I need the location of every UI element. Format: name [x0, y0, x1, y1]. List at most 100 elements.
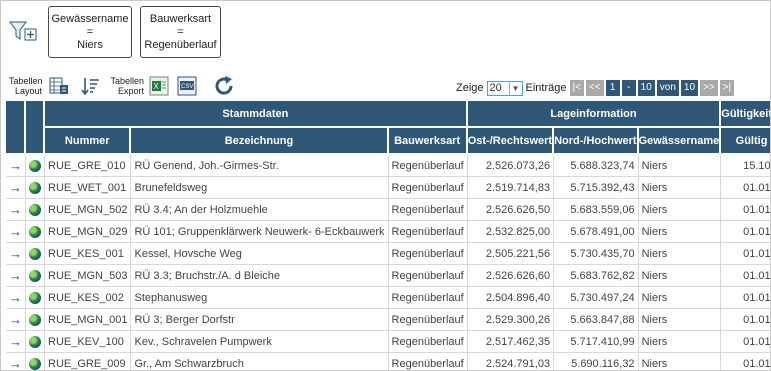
excel-export-icon[interactable]: X [149, 76, 169, 96]
column-header-bauwerksart[interactable]: Bauwerksart [388, 128, 468, 155]
cell-bezeichnung: Brunefeldsweg [131, 177, 389, 199]
filter-chip-gewaessername[interactable]: Gewässername = Niers [48, 6, 132, 58]
filter-chip-label: Gewässername [51, 13, 129, 25]
cell-nummer: RUE_GRE_010 [45, 155, 132, 177]
table-layout-label: Tabellen Layout [9, 76, 43, 96]
cell-nummer: RUE_MGN_029 [45, 221, 132, 243]
column-header-gewaessername[interactable]: Gewässername [638, 128, 722, 155]
filter-chip-operator: = [86, 26, 94, 38]
cell-bauwerksart: Regenüberlauf [388, 309, 468, 331]
globe-icon[interactable] [26, 309, 45, 331]
table-row[interactable]: → RUE_KES_001 Kessel, Hovsche Weg Regenüber… [6, 243, 770, 265]
table-row[interactable]: → RUE_KES_002 Stephanusweg Regenüberlauf 2.5… [6, 287, 770, 309]
row-arrow-icon[interactable]: → [6, 243, 26, 265]
globe-icon[interactable] [26, 221, 45, 243]
cell-bauwerksart: Regenüberlauf [388, 177, 468, 199]
cell-gueltig: 01.01.2 [721, 309, 770, 331]
page-range-dash: - [621, 80, 636, 96]
cell-ost: 2.519.714,83 [467, 177, 555, 199]
filter-chip-bauwerksart[interactable]: Bauwerksart = Regenüberlauf [140, 6, 221, 58]
table-row[interactable]: → RUE_WET_001 Brunefeldsweg Regenüberlauf 2.… [6, 177, 770, 199]
filter-chip-value: Niers [77, 39, 103, 51]
table-row[interactable]: → RUE_MGN_502 RÜ 3.4; An der Holzmuehle Reg… [6, 199, 770, 221]
cell-nord: 5.730.435,70 [554, 243, 639, 265]
cell-ost: 2.529.300,26 [467, 309, 555, 331]
table-row[interactable]: → RUE_MGN_029 RÜ 101; Gruppenklärwerk Neuw… [6, 221, 770, 243]
cell-nummer: RUE_KEV_100 [45, 331, 132, 353]
column-header-nord[interactable]: Nord-/Hochwert [554, 128, 639, 155]
row-arrow-icon[interactable]: → [6, 353, 26, 370]
globe-icon[interactable] [26, 287, 45, 309]
globe-icon[interactable] [26, 177, 45, 199]
cell-nord: 5.715.392,43 [554, 177, 639, 199]
cell-gueltig: 01.01.2 [721, 177, 770, 199]
globe-icon[interactable] [26, 353, 45, 370]
cell-gueltig: 01.01.2 [721, 265, 770, 287]
column-header-bezeichnung[interactable]: Bezeichnung [131, 128, 389, 155]
cell-nord: 5.730.497,24 [554, 287, 639, 309]
row-arrow-icon[interactable]: → [6, 221, 26, 243]
row-arrow-icon[interactable]: → [6, 331, 26, 353]
cell-gueltig: 01.01.2 [721, 243, 770, 265]
cell-ost: 2.504.896,40 [467, 287, 555, 309]
column-header-gueltig[interactable]: Gültig [721, 128, 770, 155]
column-header-ost[interactable]: Ost-/Rechtswert [467, 128, 555, 155]
table-layout-icon[interactable] [49, 76, 69, 96]
cell-gueltig: 01.01.2 [721, 287, 770, 309]
table-row[interactable]: → RUE_KEV_100 Kev., Schravelen Pumpwerk Reg… [6, 331, 770, 353]
row-arrow-icon[interactable]: → [6, 265, 26, 287]
cell-nord: 5.663.847,88 [554, 309, 639, 331]
total-pages: 10 [680, 80, 699, 96]
row-arrow-icon[interactable]: → [6, 199, 26, 221]
app-frame: Gewässername = Niers Bauwerksart = Regen… [0, 0, 771, 371]
data-table: Stammdaten Lageinformation Gültigkeit d … [6, 101, 770, 370]
cell-bezeichnung: RÜ 3.4; An der Holzmuehle [131, 199, 389, 221]
globe-icon[interactable] [26, 199, 45, 221]
chevron-down-icon: ▼ [508, 81, 522, 95]
prev-page-button[interactable]: << [585, 80, 604, 96]
refresh-icon[interactable] [212, 74, 236, 98]
page-size-select[interactable]: 20 ▼ [486, 80, 523, 96]
cell-nord: 5.688.323,74 [554, 155, 639, 177]
cell-nummer: RUE_MGN_001 [45, 309, 132, 331]
cell-bezeichnung: Kev., Schravelen Pumpwerk [131, 331, 389, 353]
table-row[interactable]: → RUE_MGN_001 RÜ 3; Berger Dorfstr Regenübe… [6, 309, 770, 331]
sort-icon[interactable] [80, 76, 100, 96]
table-export-label-line2: Export [117, 86, 144, 96]
cell-gewaessername: Niers [638, 331, 722, 353]
first-page-button[interactable]: |< [569, 80, 584, 96]
cell-gueltig: 15.10.2 [721, 155, 770, 177]
row-arrow-icon[interactable]: → [6, 287, 26, 309]
cell-nummer: RUE_WET_001 [45, 177, 132, 199]
globe-icon[interactable] [26, 155, 45, 177]
row-arrow-icon[interactable]: → [6, 155, 26, 177]
table-row[interactable]: → RUE_MGN_503 RÜ 3.3; Bruchstr./A. d Bleic… [6, 265, 770, 287]
cell-gueltig: 01.01.2 [721, 353, 770, 370]
cell-ost: 2.532.825,00 [467, 221, 555, 243]
next-page-button[interactable]: >> [700, 80, 718, 96]
current-page[interactable]: 1 [605, 80, 620, 96]
globe-icon[interactable] [26, 331, 45, 353]
cell-nummer: RUE_GRE_009 [45, 353, 132, 370]
column-header-nummer[interactable]: Nummer [45, 128, 132, 155]
cell-nord: 5.683.559,06 [554, 199, 639, 221]
cell-bauwerksart: Regenüberlauf [388, 243, 468, 265]
cell-bezeichnung: RÜ 101; Gruppenklärwerk Neuwerk- 6-Eckba… [131, 221, 389, 243]
globe-icon[interactable] [26, 243, 45, 265]
cell-gewaessername: Niers [638, 177, 722, 199]
globe-icon[interactable] [26, 265, 45, 287]
filter-chip-value: Regenüberlauf [144, 39, 217, 51]
cell-nord: 5.690.116,32 [554, 353, 639, 370]
table-row[interactable]: → RUE_GRE_010 RÜ Genend, Joh.-Girmes-Str. R… [6, 155, 770, 177]
row-arrow-icon[interactable]: → [6, 177, 26, 199]
filter-add-icon[interactable] [9, 19, 39, 45]
csv-export-icon[interactable]: CSV [177, 76, 197, 96]
cell-ost: 2.517.462,35 [467, 331, 555, 353]
table-row[interactable]: → RUE_GRE_009 Gr., Am Schwarzbruch Regenübe… [6, 353, 770, 370]
last-page-button[interactable]: >| [719, 80, 735, 96]
cell-ost: 2.526.626,50 [467, 199, 555, 221]
table-layout-label-line1: Tabellen [9, 76, 43, 86]
cell-bezeichnung: Stephanusweg [131, 287, 389, 309]
group-header-stammdaten: Stammdaten [45, 101, 468, 128]
row-arrow-icon[interactable]: → [6, 309, 26, 331]
